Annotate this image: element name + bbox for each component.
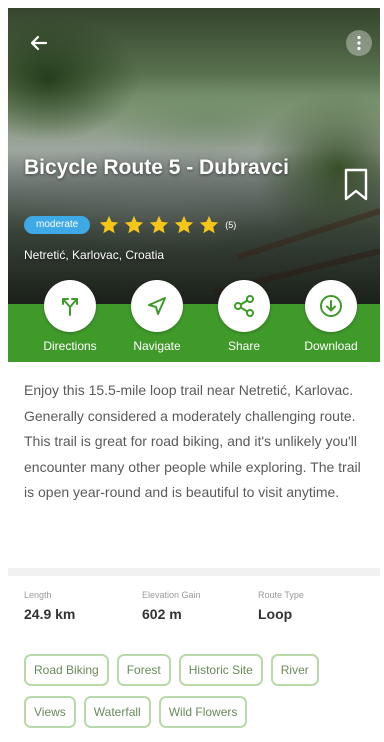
tag-road-biking[interactable]: Road Biking [24,654,109,686]
share-icon [234,295,254,317]
trail-description: Enjoy this 15.5-mile loop trail near Net… [24,382,361,500]
directions-icon [62,298,78,316]
star-icon [100,215,119,234]
star-icon [175,215,194,234]
directions-button[interactable]: Directions [25,280,115,353]
stat-label: Length [24,590,52,600]
trail-detail-screen: Bicycle Route 5 - Dubravci moderate (5) … [0,0,384,742]
navigate-label: Navigate [133,339,181,353]
tag-list: Road Biking Forest Historic Site River V… [24,654,364,738]
share-button[interactable]: Share [199,280,289,353]
navigate-button-circle [131,280,183,332]
share-button-circle [218,280,270,332]
star-icon [150,215,169,234]
section-divider [8,568,380,576]
stat-label: Elevation Gain [142,590,201,600]
stat-elevation-gain: Elevation Gain 602 m [142,590,201,622]
difficulty-badge: moderate [24,216,91,234]
navigate-icon [148,297,166,315]
download-button-circle [305,280,357,332]
stat-label: Route Type [258,590,304,600]
stat-value: Loop [258,606,293,622]
more-options-button[interactable] [346,30,372,56]
tag-views[interactable]: Views [24,696,76,728]
download-button[interactable]: Download [286,280,376,353]
tag-wild-flowers[interactable]: Wild Flowers [158,696,248,728]
tag-forest[interactable]: Forest [116,654,171,686]
share-label: Share [227,339,261,353]
back-arrow-icon [30,35,48,51]
hero-image: Bicycle Route 5 - Dubravci moderate (5) … [8,8,380,304]
review-count: (5) [225,220,237,230]
star-rating [98,214,223,236]
action-bar: Directions Navigate Share Download [8,280,380,362]
download-icon [320,295,342,317]
trail-title: Bicycle Route 5 - Dubravci [24,156,289,179]
stat-length: Length 24.9 km [24,590,75,622]
bookmark-icon [344,168,368,201]
bookmark-button[interactable] [342,168,370,202]
stat-value: 24.9 km [24,606,76,622]
stat-route-type: Route Type Loop [258,590,304,622]
directions-button-circle [44,280,96,332]
tag-river[interactable]: River [270,654,319,686]
rating-row: moderate (5) [24,214,236,236]
tag-historic-site[interactable]: Historic Site [178,654,263,686]
directions-label: Directions [43,339,97,353]
download-label: Download [304,339,358,353]
star-icon [125,215,144,234]
star-icon [200,215,219,234]
tag-waterfall[interactable]: Waterfall [83,696,151,728]
back-button[interactable] [26,30,52,56]
stat-value: 602 m [142,606,182,622]
more-vertical-icon [357,35,361,51]
trail-location: Netretić, Karlovac, Croatia [24,248,165,262]
navigate-button[interactable]: Navigate [112,280,202,353]
